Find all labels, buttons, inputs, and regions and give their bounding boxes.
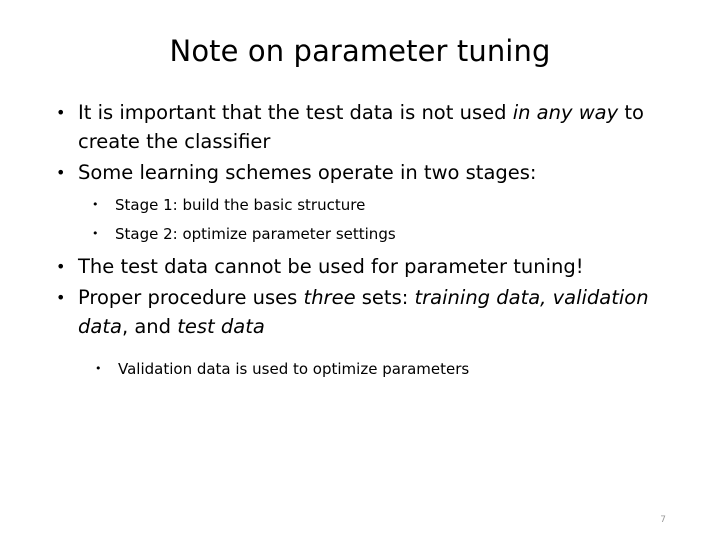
bullet-text-3: The test data cannot be used for paramet… (78, 255, 584, 278)
page-number: 7 (660, 515, 666, 525)
bullet-list: It is important that the test data is no… (48, 98, 672, 381)
bullet-item-1: It is important that the test data is no… (48, 98, 672, 156)
bullet-item-4: Proper procedure uses three sets: traini… (48, 283, 672, 341)
bullet-text-1-part-2: in any way (512, 101, 619, 124)
sub-bullet-item-stage-1: Stage 1: build the basic structure (48, 193, 672, 217)
page-title: Note on parameter tuning (169, 34, 551, 69)
bullet-text-4-part-5: , and (121, 315, 178, 338)
bullet-item-2: Some learning schemes operate in two sta… (48, 158, 672, 187)
sub-bullet-list-stages: Stage 1: build the basic structure Stage… (48, 193, 672, 246)
slide-body: It is important that the test data is no… (48, 98, 672, 387)
slide-canvas: Note on parameter tuning It is important… (0, 0, 720, 540)
sub-bullet-item-stage-2: Stage 2: optimize parameter settings (48, 222, 672, 246)
bullet-text-4-part-3: sets: (355, 286, 415, 309)
bullet-text-2: Some learning schemes operate in two sta… (78, 161, 537, 184)
bullet-text-4-part-1: Proper procedure uses (78, 286, 304, 309)
sub-bullet-list-validation: Validation data is used to optimize para… (48, 357, 672, 381)
bullet-text-1-part-1: It is important that the test data is no… (78, 101, 513, 124)
bullet-item-3: The test data cannot be used for paramet… (48, 252, 672, 281)
sub-bullet-item-validation: Validation data is used to optimize para… (48, 357, 672, 381)
bullet-text-4-part-6: test data (177, 315, 265, 338)
sub-bullet-text-stage-2: Stage 2: optimize parameter settings (115, 225, 396, 243)
sub-bullet-text-stage-1: Stage 1: build the basic structure (115, 196, 366, 214)
sub-bullet-text-validation: Validation data is used to optimize para… (118, 360, 470, 378)
bullet-text-4-part-2: three (303, 286, 356, 309)
